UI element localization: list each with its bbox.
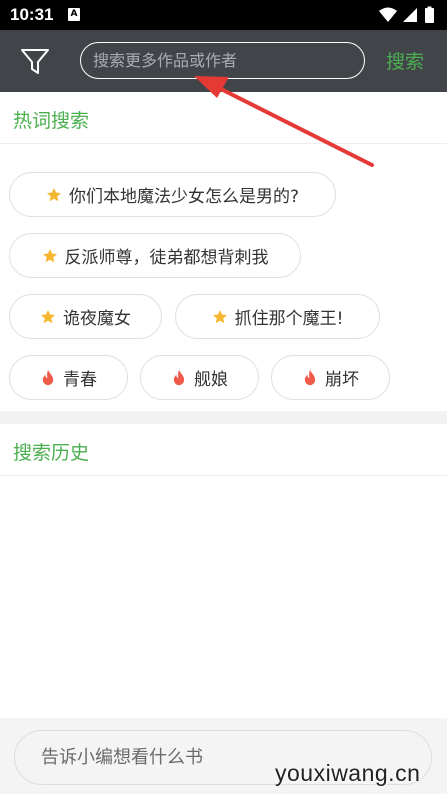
- hot-search-chip[interactable]: 舰娘: [140, 355, 259, 400]
- hot-search-chip[interactable]: 反派师尊，徒弟都想背刺我: [9, 233, 301, 278]
- hot-search-chip[interactable]: 诡夜魔女: [9, 294, 162, 339]
- status-time: 10:31: [10, 5, 54, 24]
- star-icon: [41, 309, 55, 323]
- hot-search-title: 热词搜索: [13, 110, 90, 132]
- search-button[interactable]: 搜索: [386, 47, 424, 74]
- chip-label: 青春: [63, 370, 97, 390]
- chip-label: 崩坏: [325, 370, 359, 390]
- hot-search-chip[interactable]: 崩坏: [271, 355, 390, 400]
- chip-label: 诡夜魔女: [63, 309, 131, 329]
- search-input[interactable]: [80, 42, 365, 79]
- hot-search-chip[interactable]: 你们本地魔法少女怎么是男的?: [9, 172, 336, 217]
- notification-icon: A: [68, 8, 80, 21]
- chip-label: 反派师尊，徒弟都想背刺我: [64, 248, 269, 268]
- search-history-title: 搜索历史: [13, 442, 90, 464]
- search-history-header: 搜索历史: [0, 424, 447, 476]
- flame-icon: [42, 369, 54, 385]
- status-icons: [379, 6, 434, 23]
- filter-icon[interactable]: [18, 44, 52, 78]
- cellular-signal-icon: [403, 8, 417, 22]
- section-divider: [0, 411, 447, 424]
- star-icon: [212, 309, 227, 323]
- watermark: youxiwang.cn: [275, 760, 421, 786]
- wifi-icon: [379, 7, 397, 22]
- flame-icon: [304, 369, 316, 385]
- chip-label: 舰娘: [194, 370, 228, 390]
- hot-search-header: 热词搜索: [0, 92, 447, 144]
- search-toolbar: 搜索: [0, 30, 447, 92]
- hot-search-chip[interactable]: 抓住那个魔王!: [175, 294, 380, 339]
- hot-search-chip[interactable]: 青春: [9, 355, 128, 400]
- status-bar: 10:31 A: [0, 0, 447, 30]
- star-icon: [46, 187, 61, 201]
- star-icon: [42, 248, 57, 262]
- flame-icon: [173, 369, 185, 385]
- battery-icon: [425, 8, 434, 23]
- chip-label: 你们本地魔法少女怎么是男的?: [68, 187, 300, 207]
- chip-label: 抓住那个魔王!: [234, 309, 344, 329]
